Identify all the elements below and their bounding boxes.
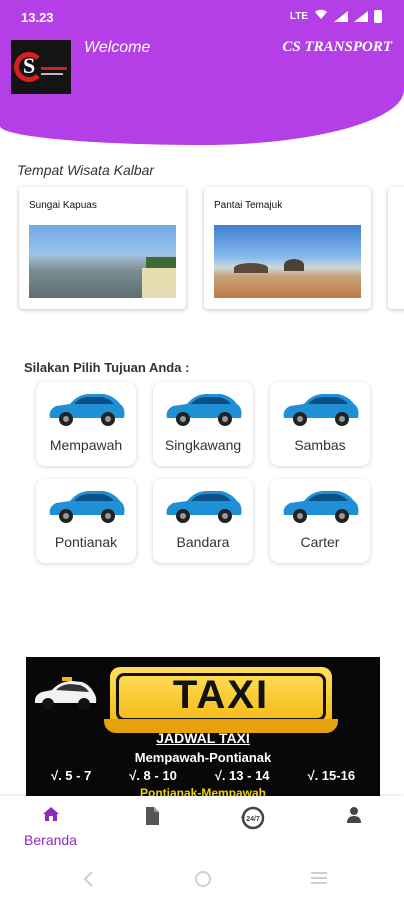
- taxi-sign: TAXI: [110, 667, 332, 727]
- logo-bar: [41, 67, 67, 70]
- document-icon: [145, 807, 159, 825]
- place-photo: [214, 225, 361, 298]
- schedule-time: √. 5 - 7: [50, 768, 92, 783]
- place-card-pantai-temajuk[interactable]: Pantai Temajuk: [204, 187, 371, 309]
- taxi-sign-text: TAXI: [172, 673, 270, 717]
- destination-label: Bandara: [176, 534, 230, 550]
- taxi-schedule-banner[interactable]: TAXI JADWAL TAXI Mempawah-Pontianak √. 5…: [26, 657, 380, 797]
- logo-s-mark: S: [23, 53, 36, 78]
- destination-label: Mempawah: [49, 437, 123, 453]
- network-type-icon: LTE: [289, 10, 308, 22]
- car-icon: [166, 394, 242, 426]
- car-icon: [283, 394, 359, 426]
- destinations-title: Silakan Pilih Tujuan Anda :: [24, 360, 190, 375]
- nav-beranda[interactable]: Beranda: [0, 796, 101, 858]
- white-car-image: [34, 677, 97, 710]
- destination-label: Singkawang: [164, 437, 242, 453]
- welcome-text: Welcome: [84, 39, 151, 56]
- logo-bar-2: [41, 73, 63, 75]
- car-icon: [166, 491, 242, 523]
- place-card-next[interactable]: [388, 187, 404, 309]
- nav-label: Beranda: [24, 832, 77, 848]
- place-photo: [29, 225, 176, 298]
- signal-icon-2: [354, 10, 368, 22]
- destination-label: Sambas: [294, 437, 346, 453]
- system-navigation-bar: [0, 858, 404, 900]
- destination-label: Pontianak: [54, 534, 118, 550]
- schedule-title: JADWAL TAXI: [156, 730, 250, 746]
- destination-pontianak[interactable]: Pontianak: [36, 479, 136, 563]
- place-name: Sungai Kapuas: [29, 200, 97, 211]
- status-time: 13.23: [21, 10, 54, 25]
- svg-text:24/7: 24/7: [246, 816, 260, 823]
- person-icon: [346, 807, 361, 823]
- places-section-title: Tempat Wisata Kalbar: [17, 162, 155, 178]
- destination-label: Carter: [300, 534, 340, 550]
- destination-singkawang[interactable]: Singkawang: [153, 382, 253, 466]
- support-24-icon: 24/7: [240, 806, 264, 830]
- signal-icon: [334, 10, 348, 22]
- home-circle-icon[interactable]: [194, 870, 212, 888]
- app-header: 13.23 LTE S Welcome CS TRANSPORT: [0, 0, 404, 145]
- place-name: Pantai Temajuk: [214, 200, 283, 211]
- battery-icon: [374, 9, 382, 23]
- nav-profile[interactable]: [303, 796, 404, 858]
- app-logo: S: [11, 40, 71, 94]
- car-icon: [49, 394, 125, 426]
- schedule-time: √. 8 - 10: [129, 768, 177, 783]
- car-icon: [283, 491, 359, 523]
- nav-document[interactable]: [101, 796, 202, 858]
- status-bar: 13.23 LTE: [0, 0, 404, 34]
- destination-sambas[interactable]: Sambas: [270, 382, 370, 466]
- bottom-navigation: Beranda 24/7: [0, 796, 404, 858]
- destination-carter[interactable]: Carter: [270, 479, 370, 563]
- destination-mempawah[interactable]: Mempawah: [36, 382, 136, 466]
- nav-support[interactable]: 24/7: [202, 796, 303, 858]
- back-icon[interactable]: [82, 870, 94, 888]
- status-icons: LTE: [290, 9, 382, 23]
- home-icon: [42, 807, 59, 821]
- schedule-times: √. 5 - 7 √. 8 - 10 √. 13 - 14 √. 15-16: [26, 768, 380, 783]
- wifi-icon: [314, 9, 328, 23]
- destination-bandara[interactable]: Bandara: [153, 479, 253, 563]
- car-icon: [49, 491, 125, 523]
- schedule-time: √. 13 - 14: [214, 768, 270, 783]
- brand-title: CS TRANSPORT: [282, 39, 392, 55]
- recent-apps-icon[interactable]: [309, 870, 329, 886]
- place-card-sungai-kapuas[interactable]: Sungai Kapuas: [19, 187, 186, 309]
- schedule-route-1: Mempawah-Pontianak: [134, 750, 272, 765]
- schedule-time: √. 15-16: [307, 768, 356, 783]
